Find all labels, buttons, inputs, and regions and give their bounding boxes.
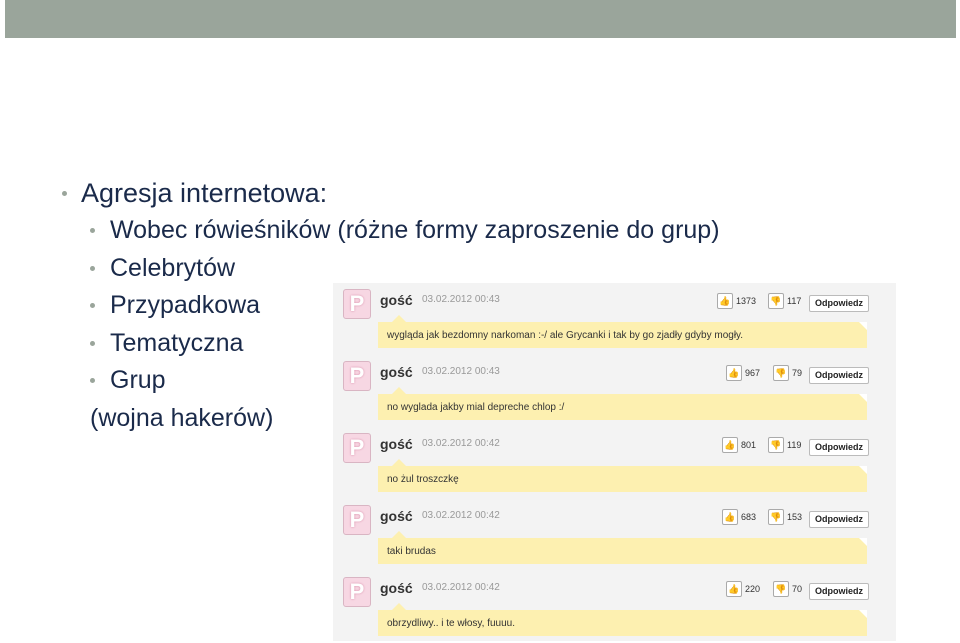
comment-text: obrzydliwy.. i te włosy, fuuuu.	[387, 618, 516, 629]
comment-author: gość	[380, 364, 413, 380]
like-button[interactable]: 👍 1373	[717, 293, 756, 309]
bullet-text: Wobec rówieśników (różne formy zaproszen…	[110, 216, 720, 244]
comment-bubble: taki brudas	[378, 531, 867, 564]
dislike-button[interactable]: 👎 79	[773, 365, 802, 381]
bullet-dot	[90, 265, 95, 271]
thumbs-up-icon: 👍	[722, 509, 738, 525]
thumbs-down-icon: 👎	[768, 293, 784, 309]
comment-bubble: no żul troszczkę	[378, 459, 867, 492]
comment: P gość 03.02.2012 00:42 👍 220 👎 70 Odpowie…	[333, 571, 896, 643]
dislike-button[interactable]: 👎 153	[768, 509, 802, 525]
comment-text: no żul troszczkę	[387, 474, 459, 485]
bullet-dot	[62, 191, 67, 196]
bullet-dot	[90, 378, 95, 383]
comment-author: gość	[380, 436, 413, 452]
comment-date: 03.02.2012 00:43	[422, 366, 500, 377]
like-count: 967	[745, 368, 761, 378]
reply-button[interactable]: Odpowiedz	[809, 439, 869, 456]
thumbs-up-icon: 👍	[717, 293, 733, 309]
slide-title: Agresja internetowa:	[81, 178, 328, 208]
comment: P gość 03.02.2012 00:42 👍 801 👎 119 Odpowi…	[333, 427, 896, 499]
comment-author: gość	[380, 292, 413, 308]
bullet-text: Tematyczna	[110, 328, 244, 357]
bullet-item: Celebrytów	[62, 250, 720, 288]
thumbs-down-icon: 👎	[768, 509, 784, 525]
bullet-dot	[90, 228, 95, 233]
comment: P gość 03.02.2012 00:43 👍 967 👎 79 Odpowie…	[333, 355, 896, 427]
thumbs-down-icon: 👎	[773, 365, 789, 381]
dislike-button[interactable]: 👎 70	[773, 581, 802, 597]
p-avatar-icon: P	[343, 433, 371, 463]
like-count: 220	[745, 584, 761, 594]
comment-date: 03.02.2012 00:42	[422, 438, 500, 449]
like-count: 1373	[736, 296, 757, 306]
comment-date: 03.02.2012 00:42	[422, 510, 500, 521]
bullet-text: Przypadkowa	[110, 291, 261, 319]
like-count: 801	[741, 440, 757, 450]
like-button[interactable]: 👍 683	[722, 509, 756, 525]
thumbs-down-icon: 👎	[768, 437, 784, 453]
bullet-item: Wobec rówieśników (różne formy zaproszen…	[62, 212, 720, 250]
comment-bubble: obrzydliwy.. i te włosy, fuuuu.	[378, 603, 867, 636]
p-avatar-icon: P	[343, 289, 371, 319]
comment: P gość 03.02.2012 00:43 👍 1373 👎 117 Odpow…	[333, 283, 896, 355]
p-avatar-icon: P	[343, 361, 371, 391]
comment-text: no wyglada jakby mial depreche chlop :/	[387, 402, 565, 413]
comment-author: gość	[380, 508, 413, 524]
comment-author: gość	[380, 580, 413, 596]
comment: P gość 03.02.2012 00:42 👍 683 👎 153 Odpowi…	[333, 499, 896, 571]
comment-date: 03.02.2012 00:42	[422, 582, 500, 593]
comment-bubble: wygląda jak bezdomny narkoman :-/ ale Gr…	[378, 315, 867, 348]
reply-button[interactable]: Odpowiedz	[809, 295, 869, 312]
like-count: 683	[741, 512, 757, 522]
dislike-count: 119	[787, 440, 802, 450]
comment-text: taki brudas	[387, 546, 436, 557]
p-avatar-icon: P	[343, 505, 371, 535]
reply-button[interactable]: Odpowiedz	[809, 583, 869, 600]
reply-button[interactable]: Odpowiedz	[809, 511, 869, 528]
p-avatar-icon: P	[343, 577, 371, 607]
thumbs-up-icon: 👍	[722, 437, 738, 453]
bullet-dot	[90, 303, 95, 308]
reply-button[interactable]: Odpowiedz	[809, 367, 869, 384]
thumbs-down-icon: 👎	[773, 581, 789, 597]
dislike-count: 117	[787, 296, 802, 306]
bullet-text: Grup	[110, 366, 166, 394]
bullet-dot	[90, 340, 95, 346]
comment-bubble: no wyglada jakby mial depreche chlop :/	[378, 387, 867, 420]
bullet-title-row: Agresja internetowa:	[62, 174, 720, 212]
like-button[interactable]: 👍 220	[726, 581, 760, 597]
thumbs-up-icon: 👍	[726, 365, 742, 381]
comments-screenshot: P gość 03.02.2012 00:43 👍 1373 👎 117 Odpow…	[333, 283, 896, 641]
dislike-count: 153	[787, 512, 803, 522]
comment-text: wygląda jak bezdomny narkoman :-/ ale Gr…	[387, 330, 744, 341]
like-button[interactable]: 👍 967	[726, 365, 760, 381]
dislike-button[interactable]: 👎 117	[768, 293, 801, 309]
like-button[interactable]: 👍 801	[722, 437, 756, 453]
dislike-button[interactable]: 👎 119	[768, 437, 801, 453]
top-bar	[5, 0, 956, 38]
dislike-count: 79	[792, 368, 803, 378]
comment-date: 03.02.2012 00:43	[422, 294, 500, 305]
thumbs-up-icon: 👍	[726, 581, 742, 597]
dislike-count: 70	[792, 584, 803, 594]
bullet-text: Celebrytów	[110, 253, 236, 282]
